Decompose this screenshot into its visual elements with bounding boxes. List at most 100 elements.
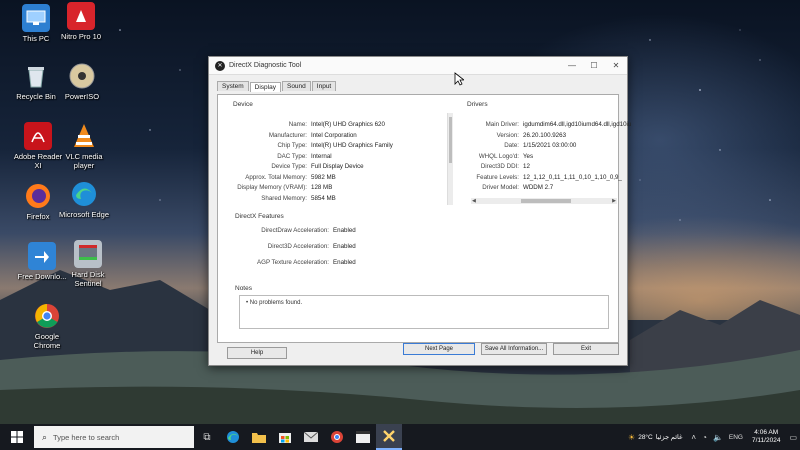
recycle-bin-icon — [22, 62, 50, 90]
desktop-icon-firefox[interactable]: Firefox — [12, 182, 64, 221]
device-property-value: Intel(R) UHD Graphics 620 — [311, 121, 385, 128]
device-property-label: Device Type: — [271, 163, 307, 170]
tab-strip: System Display Sound Input — [209, 75, 627, 92]
title-bar[interactable]: ✕ DirectX Diagnostic Tool — ☐ ✕ — [209, 57, 627, 75]
desktop-icon-chrome[interactable]: Google Chrome — [21, 302, 73, 350]
desktop-icon-hard-disk-sentinel[interactable]: Hard Disk Sentinel — [62, 240, 114, 288]
firefox-icon — [24, 182, 52, 210]
show-hidden-icons-icon[interactable]: ˄ — [691, 433, 696, 442]
network-icon[interactable]: ◔ — [702, 433, 707, 442]
minimize-icon[interactable]: — — [561, 61, 583, 70]
device-property-row: Manufacturer: Intel Corporation — [221, 132, 357, 140]
this-pc-icon — [22, 4, 50, 32]
note-item: • No problems found. — [246, 300, 303, 306]
device-property-label: Name: — [288, 121, 307, 128]
dxdiag-window: ✕ DirectX Diagnostic Tool — ☐ ✕ System D… — [208, 56, 632, 366]
device-scrollbar-thumb[interactable] — [449, 117, 452, 163]
driver-property-label: Driver Model: — [482, 184, 519, 191]
vlc-icon — [70, 122, 98, 150]
desktop-icon-poweriso[interactable]: PowerISO — [56, 62, 108, 101]
exit-button[interactable]: Exit — [553, 343, 619, 355]
desktop-icon-adobe-reader[interactable]: Adobe Reader XI — [12, 122, 64, 170]
desktop: This PC Nitro Pro 10 Recycle Bin PowerIS… — [0, 0, 800, 424]
drivers-scrollbar-thumb[interactable] — [521, 199, 571, 203]
weather-widget[interactable]: ☀ 28°C غائم جزئيا — [625, 433, 682, 442]
microsoft-store-icon[interactable] — [272, 424, 298, 450]
driver-property-label: WHQL Logo'd: — [478, 152, 519, 160]
device-scrollbar[interactable] — [447, 113, 453, 205]
tab-display[interactable]: Display — [249, 82, 281, 92]
driver-property-value: 1/15/2021 03:00:00 — [523, 142, 577, 149]
driver-property-label: Date: — [504, 142, 519, 149]
feature-property-label: DirectDraw Acceleration: — [261, 227, 329, 234]
driver-property-row: Version: 26.20.100.9263 — [459, 132, 566, 140]
desktop-icon-recycle-bin[interactable]: Recycle Bin — [10, 62, 62, 101]
maximize-icon[interactable]: ☐ — [583, 61, 605, 70]
driver-property-row: Main Driver: igdumdim64.dll,igd10iumd64.d… — [459, 121, 632, 129]
taskbar-search-box[interactable]: ⌕ Type here to search — [34, 426, 194, 448]
features-group-title: DirectX Features — [235, 213, 284, 220]
desktop-icon-free-download[interactable]: Free Downlo... — [16, 242, 68, 281]
drivers-scrollbar[interactable]: ◀ ▶ — [471, 198, 617, 204]
edge-icon — [70, 180, 98, 208]
task-view-icon[interactable]: ⧉ — [194, 424, 220, 450]
device-property-row: Chip Type: Intel(R) UHD Graphics Family — [221, 142, 393, 150]
clock-time: 4:06 AM — [754, 429, 779, 436]
start-button[interactable] — [0, 424, 34, 450]
device-property-label: Manufacturer: — [268, 131, 307, 139]
next-page-button[interactable]: Next Page — [403, 343, 475, 355]
feature-property-value: Enabled — [333, 227, 356, 234]
tab-system[interactable]: System — [217, 81, 249, 91]
free-download-icon — [28, 242, 56, 270]
device-property-label: Shared Memory: — [261, 194, 307, 202]
weather-sun-icon: ☀ — [628, 432, 636, 442]
device-group-title: Device — [233, 101, 253, 108]
directx-icon: ✕ — [215, 60, 225, 71]
desktop-icon-vlc[interactable]: VLC media player — [58, 122, 110, 170]
taskbar-edge-icon[interactable] — [220, 424, 246, 450]
volume-icon[interactable]: 🔈 — [713, 433, 723, 442]
taskbar-clock[interactable]: 4:06 AM 7/11/2024 — [752, 429, 780, 445]
driver-property-value: 26.20.100.9263 — [523, 131, 567, 139]
hard-disk-sentinel-icon — [74, 240, 102, 268]
taskbar: ⌕ Type here to search ⧉ ☀ 28°C غائم جزئي… — [0, 424, 800, 450]
notes-box: • No problems found. — [239, 295, 609, 329]
device-property-value: Intel(R) UHD Graphics Family — [311, 142, 393, 149]
device-property-row: Shared Memory: 5854 MB — [221, 195, 336, 203]
driver-property-value: igdumdim64.dll,igd10iumd64.dll,igd10iu — [523, 121, 632, 128]
device-property-value: Intel Corporation — [311, 131, 357, 139]
desktop-icon-nitro-pro[interactable]: Nitro Pro 10 — [55, 2, 107, 41]
search-icon: ⌕ — [42, 431, 48, 442]
device-property-value: Internal — [311, 152, 332, 160]
notification-center-icon[interactable]: ▭ — [789, 433, 797, 442]
feature-property-label: AGP Texture Acceleration: — [257, 259, 329, 266]
scroll-left-icon[interactable]: ◀ — [472, 198, 476, 204]
window-title: DirectX Diagnostic Tool — [229, 62, 302, 69]
help-button[interactable]: Help — [227, 347, 287, 359]
feature-property-row: Direct3D Acceleration: Enabled — [237, 243, 356, 251]
dxdiag-taskbar-icon[interactable] — [376, 424, 402, 450]
driver-property-label: Direct3D DDI: — [480, 163, 519, 170]
driver-property-value: WDDM 2.7 — [523, 184, 554, 191]
mail-icon[interactable] — [298, 424, 324, 450]
close-icon[interactable]: ✕ — [605, 61, 627, 70]
driver-property-label: Main Driver: — [485, 121, 519, 128]
tab-input[interactable]: Input — [311, 81, 337, 91]
video-editor-icon[interactable] — [350, 424, 376, 450]
device-property-row: DAC Type: Internal — [221, 152, 332, 161]
driver-property-row: WHQL Logo'd: Yes — [459, 153, 533, 161]
language-indicator[interactable]: ENG — [729, 434, 743, 441]
device-property-value: 5982 MB — [311, 173, 336, 181]
driver-property-row: Date: 1/15/2021 03:00:00 — [459, 142, 576, 150]
mouse-cursor-icon — [454, 72, 464, 86]
file-explorer-icon[interactable] — [246, 424, 272, 450]
scroll-right-icon[interactable]: ▶ — [612, 198, 616, 204]
feature-property-label: Direct3D Acceleration: — [267, 243, 329, 250]
poweriso-icon — [68, 62, 96, 90]
desktop-icon-edge[interactable]: Microsoft Edge — [58, 180, 110, 219]
feature-property-row: AGP Texture Acceleration: Enabled — [237, 259, 356, 267]
device-property-label: DAC Type: — [277, 152, 307, 160]
taskbar-chrome-icon[interactable] — [324, 424, 350, 450]
tab-sound[interactable]: Sound — [281, 81, 311, 91]
save-all-information-button[interactable]: Save All Information... — [481, 343, 547, 355]
